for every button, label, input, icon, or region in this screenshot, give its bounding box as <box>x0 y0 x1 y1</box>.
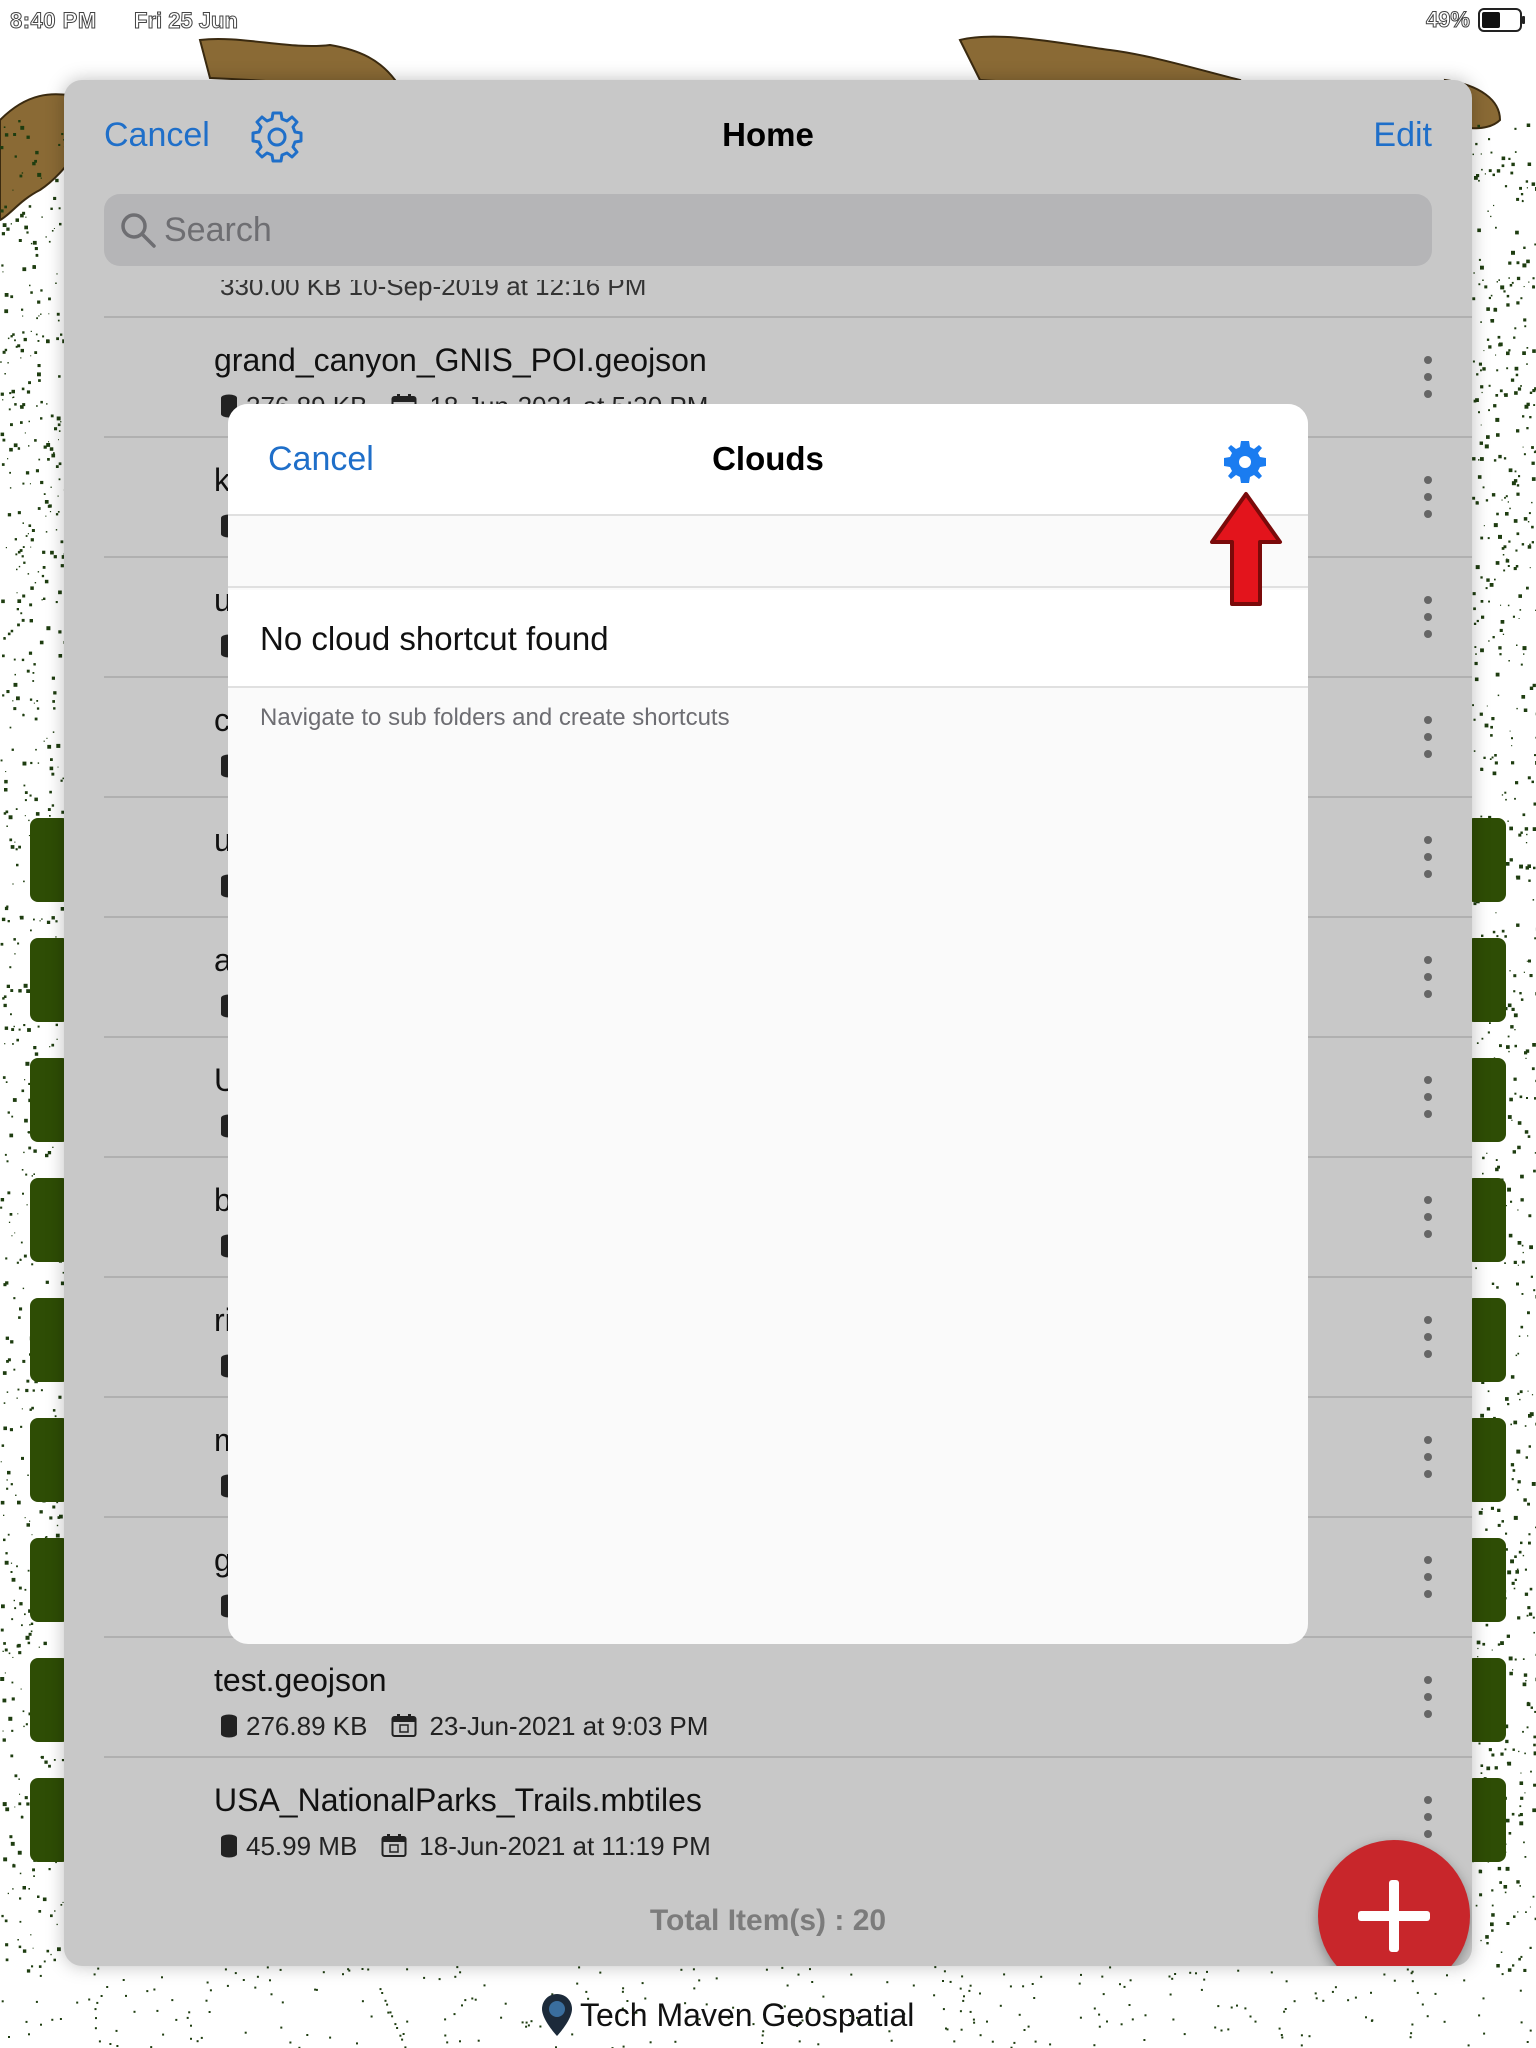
status-indicators: 49% <box>1388 6 1526 34</box>
file-meta-text: 330.00 KB 10-Sep-2019 at 12:16 PM <box>220 280 647 301</box>
more-vertical-icon[interactable] <box>1422 1676 1434 1722</box>
empty-message: No cloud shortcut found <box>260 620 609 657</box>
more-vertical-icon[interactable] <box>1422 1556 1434 1602</box>
more-vertical-icon[interactable] <box>1422 356 1434 402</box>
file-name: grand_canyon_GNIS_POI.geojson <box>214 342 707 378</box>
more-vertical-icon[interactable] <box>1422 1316 1434 1362</box>
file-date: 18-Jun-2021 at 11:19 PM <box>419 1830 711 1861</box>
file-name: USA_NationalParks_Trails.mbtiles <box>214 1782 702 1818</box>
file-size: 276.89 KB <box>246 1710 368 1741</box>
more-vertical-icon[interactable] <box>1422 596 1434 642</box>
watermark: Tech Maven Geospatial <box>540 1990 914 2040</box>
clouds-empty-row: No cloud shortcut found <box>228 590 1308 688</box>
search-input[interactable] <box>164 194 1404 266</box>
more-vertical-icon[interactable] <box>1422 836 1434 882</box>
file-meta: 330.00 KB 10-Sep-2019 at 12:16 PM <box>220 280 646 302</box>
status-time: 8:40 PM <box>10 8 97 34</box>
search-icon <box>121 213 156 248</box>
watermark-text: Tech Maven Geospatial <box>580 1996 915 2033</box>
more-vertical-icon[interactable] <box>1422 1436 1434 1482</box>
clouds-modal: Cancel Clouds No cloud shortcut found Na… <box>228 404 1308 1644</box>
clouds-hint: Navigate to sub folders and create short… <box>260 704 730 731</box>
more-vertical-icon[interactable] <box>1422 1196 1434 1242</box>
more-vertical-icon[interactable] <box>1422 956 1434 1002</box>
plus-icon-vertical <box>1389 1880 1399 1952</box>
more-vertical-icon[interactable] <box>1422 1076 1434 1122</box>
file-name: test.geojson <box>214 1662 387 1698</box>
total-items-count: Total Item(s) : 20 <box>649 1904 887 1937</box>
list-item[interactable]: USA_NationalParks_Trails.mbtiles 45.99 MB… <box>104 1756 1472 1876</box>
location-pin-icon <box>542 1994 572 2036</box>
clouds-header: Cancel Clouds <box>228 404 1308 516</box>
more-vertical-icon[interactable] <box>1422 476 1434 522</box>
gear-icon[interactable] <box>1222 439 1268 485</box>
clouds-title: Clouds <box>712 440 824 477</box>
list-item[interactable]: test.geojson 276.89 KB 23-Jun-2021 at 9:03… <box>104 1636 1472 1756</box>
arrow-up-icon <box>1210 492 1282 606</box>
home-header: Cancel Home Edit <box>64 80 1472 190</box>
search-bar[interactable] <box>104 194 1432 266</box>
battery-icon <box>1478 8 1525 32</box>
status-bar: 8:40 PM Fri 25 Jun 49% <box>0 0 1536 40</box>
database-icon <box>221 1714 237 1738</box>
clouds-spacer <box>228 518 1308 588</box>
database-icon <box>221 1834 237 1858</box>
status-date: Fri 25 Jun <box>134 8 239 34</box>
more-vertical-icon[interactable] <box>1422 1796 1434 1842</box>
list-item[interactable]: 330.00 KB 10-Sep-2019 at 12:16 PM <box>104 280 1472 316</box>
file-meta: 45.99 MB 18-Jun-2021 at 11:19 PM <box>220 1830 711 1862</box>
calendar-icon <box>381 1834 407 1857</box>
more-vertical-icon[interactable] <box>1422 716 1434 762</box>
file-meta: 276.89 KB 23-Jun-2021 at 9:03 PM <box>220 1710 708 1742</box>
wifi-icon <box>1388 9 1418 30</box>
file-size: 45.99 MB <box>246 1830 358 1861</box>
edit-button[interactable]: Edit <box>1373 116 1432 155</box>
battery-percentage: 49% <box>1425 7 1470 33</box>
calendar-icon <box>391 1714 417 1737</box>
home-title: Home <box>722 116 814 153</box>
file-date: 23-Jun-2021 at 9:03 PM <box>429 1710 709 1741</box>
